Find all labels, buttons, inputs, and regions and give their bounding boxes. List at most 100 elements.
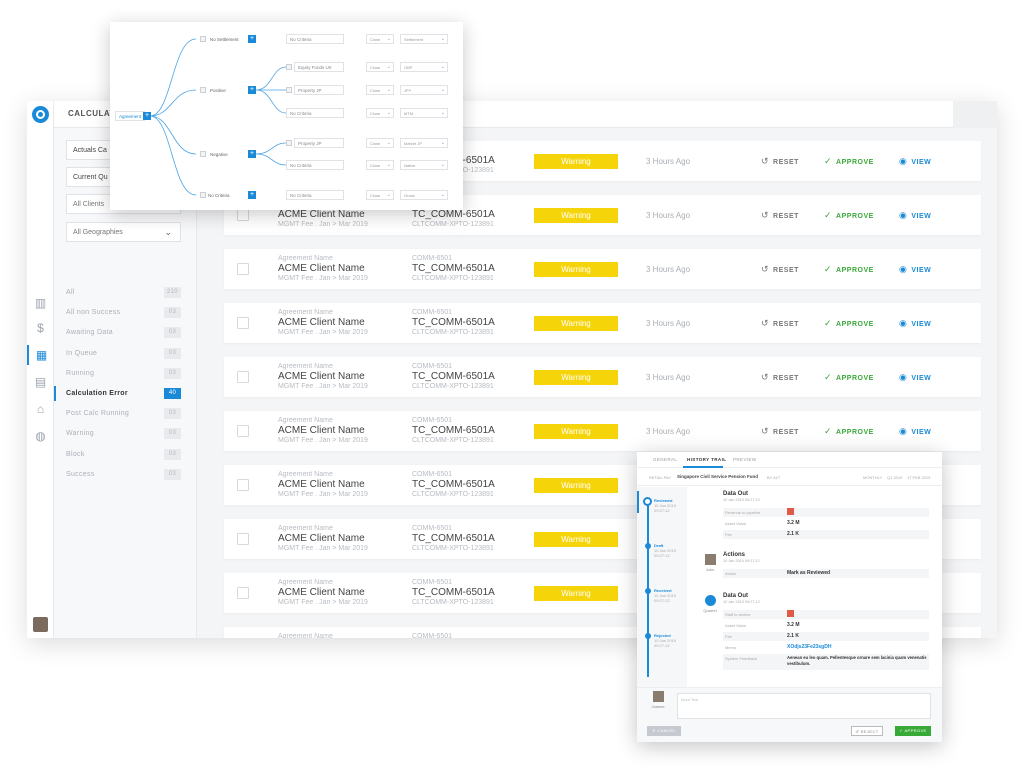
operator-select[interactable]: Close ⌄ bbox=[366, 190, 394, 200]
globe-icon[interactable]: ◍ bbox=[27, 426, 54, 446]
row-checkbox[interactable] bbox=[237, 587, 249, 599]
leaf-checkbox[interactable] bbox=[286, 64, 292, 70]
timeline-event[interactable]: Rejected 10 Jan 2019 09:27:12 bbox=[654, 633, 687, 648]
pdf-icon[interactable] bbox=[787, 508, 794, 515]
add-node-icon[interactable]: + bbox=[248, 191, 256, 199]
row-checkbox[interactable] bbox=[237, 425, 249, 437]
leaf-node[interactable]: No Criteria bbox=[286, 190, 344, 200]
value-select[interactable]: GBP ⌄ bbox=[400, 62, 448, 72]
building-icon[interactable]: ▥ bbox=[27, 293, 54, 313]
status-filter-item[interactable]: Block 03 bbox=[66, 448, 181, 462]
status-filter-item[interactable]: All 210 bbox=[66, 286, 181, 300]
user-avatar[interactable] bbox=[33, 617, 48, 632]
tab-history-trail[interactable]: HISTORY TRAIL bbox=[687, 457, 726, 462]
leaf-node[interactable]: No Criteria bbox=[286, 34, 344, 44]
status-filter-item[interactable]: All non Success 03 bbox=[66, 306, 181, 320]
tab-preview[interactable]: PREVIEW bbox=[733, 457, 757, 462]
approve-row-button[interactable]: ✓ APPROVE bbox=[824, 210, 874, 221]
leaf-checkbox[interactable] bbox=[286, 87, 292, 93]
table-row[interactable]: Agreement NameACME Client NameMGMT Fee .… bbox=[224, 303, 981, 343]
approve-row-button[interactable]: ✓ APPROVE bbox=[824, 156, 874, 167]
status-filter-item[interactable]: In Queue 03 bbox=[66, 347, 181, 361]
dollar-icon[interactable]: $ bbox=[27, 318, 54, 338]
leaf-node[interactable]: Property JP bbox=[294, 85, 344, 95]
branch-checkbox[interactable] bbox=[200, 87, 206, 93]
view-button[interactable]: ◉ VIEW bbox=[899, 318, 931, 329]
status-filter-item[interactable]: Success 03 bbox=[66, 468, 181, 482]
leaf-checkbox[interactable] bbox=[286, 140, 292, 146]
branch-checkbox[interactable] bbox=[200, 192, 206, 198]
status-filter-item[interactable]: Running 03 bbox=[66, 367, 181, 381]
value-select[interactable]: MTM ⌄ bbox=[400, 108, 448, 118]
reset-button-label: RESET bbox=[773, 213, 799, 220]
app-logo-icon[interactable] bbox=[32, 106, 49, 123]
operator-select[interactable]: Close ⌄ bbox=[366, 34, 394, 44]
status-filter-item[interactable]: Post Calc Running 03 bbox=[66, 407, 181, 421]
document-icon[interactable]: ▤ bbox=[27, 372, 54, 392]
operator-select[interactable]: Close ⌄ bbox=[366, 62, 394, 72]
reset-button[interactable]: ↺ RESET bbox=[761, 372, 799, 383]
value-select[interactable]: JPY ⌄ bbox=[400, 85, 448, 95]
leaf-node[interactable]: Equity Funds UK bbox=[294, 62, 344, 72]
tab-general[interactable]: GENERAL bbox=[653, 457, 677, 462]
row-checkbox[interactable] bbox=[237, 371, 249, 383]
view-button[interactable]: ◉ VIEW bbox=[899, 426, 931, 437]
row-checkbox[interactable] bbox=[237, 263, 249, 275]
topbar-action-area[interactable] bbox=[953, 101, 997, 128]
add-node-icon[interactable]: + bbox=[248, 35, 256, 43]
timeline-event[interactable]: Reviewed 10 Jan 2019 09:27:12 bbox=[654, 498, 687, 513]
row-checkbox[interactable] bbox=[237, 317, 249, 329]
reset-button[interactable]: ↺ RESET bbox=[761, 210, 799, 221]
geographies-select[interactable]: All Geographies ⌄ bbox=[66, 222, 181, 242]
comment-input[interactable]: Input Text bbox=[677, 693, 931, 719]
timeline-event[interactable]: Draft 10 Jan 2019 09:27:12 bbox=[654, 543, 687, 558]
approve-row-button[interactable]: ✓ APPROVE bbox=[824, 372, 874, 383]
cancel-button[interactable]: ✕ CANCEL bbox=[647, 726, 681, 736]
row-checkbox[interactable] bbox=[237, 533, 249, 545]
operator-select[interactable]: Close ⌄ bbox=[366, 160, 394, 170]
table-row[interactable]: Agreement NameACME Client NameMGMT Fee .… bbox=[224, 411, 981, 451]
branch-checkbox[interactable] bbox=[200, 151, 206, 157]
leaf-node[interactable]: No Criteria bbox=[286, 160, 344, 170]
status-filter-item[interactable]: Calculation Error 40 bbox=[54, 386, 181, 401]
table-row[interactable]: Agreement NameACME Client NameMGMT Fee .… bbox=[224, 249, 981, 289]
calculator-icon[interactable]: ▦ bbox=[27, 345, 54, 365]
add-node-icon[interactable]: + bbox=[248, 86, 256, 94]
approve-row-button[interactable]: ✓ APPROVE bbox=[824, 426, 874, 437]
approve-button[interactable]: ✓ APPROVE bbox=[895, 726, 931, 736]
leaf-node[interactable]: Property JP bbox=[294, 138, 344, 148]
reset-button[interactable]: ↺ RESET bbox=[761, 318, 799, 329]
operator-select[interactable]: Close ⌄ bbox=[366, 138, 394, 148]
event-date: 10 Jan 2019 09:27:12 bbox=[654, 638, 677, 648]
add-branch-icon[interactable]: + bbox=[143, 112, 151, 120]
timeline-event[interactable]: Received 10 Jan 2019 09:27:12 bbox=[654, 588, 687, 603]
leaf-node[interactable]: No Criteria bbox=[286, 108, 344, 118]
value-select[interactable]: Gross ⌄ bbox=[400, 190, 448, 200]
field-value[interactable]: XOdjs23Fe23sgDH bbox=[787, 644, 831, 650]
tree-root-node[interactable]: Agreement bbox=[115, 111, 146, 121]
operator-select[interactable]: Close ⌄ bbox=[366, 85, 394, 95]
approve-row-button[interactable]: ✓ APPROVE bbox=[824, 264, 874, 275]
value-select[interactable]: Settlement ⌄ bbox=[400, 34, 448, 44]
row-checkbox[interactable] bbox=[237, 209, 249, 221]
view-button[interactable]: ◉ VIEW bbox=[899, 156, 931, 167]
bank-icon[interactable]: ⌂ bbox=[27, 399, 54, 419]
row-checkbox[interactable] bbox=[237, 479, 249, 491]
view-button[interactable]: ◉ VIEW bbox=[899, 210, 931, 221]
operator-select[interactable]: Close ⌄ bbox=[366, 108, 394, 118]
branch-checkbox[interactable] bbox=[200, 36, 206, 42]
value-select[interactable]: Native ⌄ bbox=[400, 160, 448, 170]
view-button[interactable]: ◉ VIEW bbox=[899, 264, 931, 275]
table-row[interactable]: Agreement NameACME Client NameMGMT Fee .… bbox=[224, 357, 981, 397]
reset-button[interactable]: ↺ RESET bbox=[761, 156, 799, 167]
reset-button[interactable]: ↺ RESET bbox=[761, 426, 799, 437]
status-filter-item[interactable]: Warning 03 bbox=[66, 427, 181, 441]
status-filter-item[interactable]: Awaiting Data 03 bbox=[66, 326, 181, 340]
value-select[interactable]: Market JP ⌄ bbox=[400, 138, 448, 148]
reset-button[interactable]: ↺ RESET bbox=[761, 264, 799, 275]
view-button[interactable]: ◉ VIEW bbox=[899, 372, 931, 383]
pdf-icon[interactable] bbox=[787, 610, 794, 617]
reject-button[interactable]: ↺ REJECT bbox=[851, 726, 883, 736]
approve-row-button[interactable]: ✓ APPROVE bbox=[824, 318, 874, 329]
add-node-icon[interactable]: + bbox=[248, 150, 256, 158]
